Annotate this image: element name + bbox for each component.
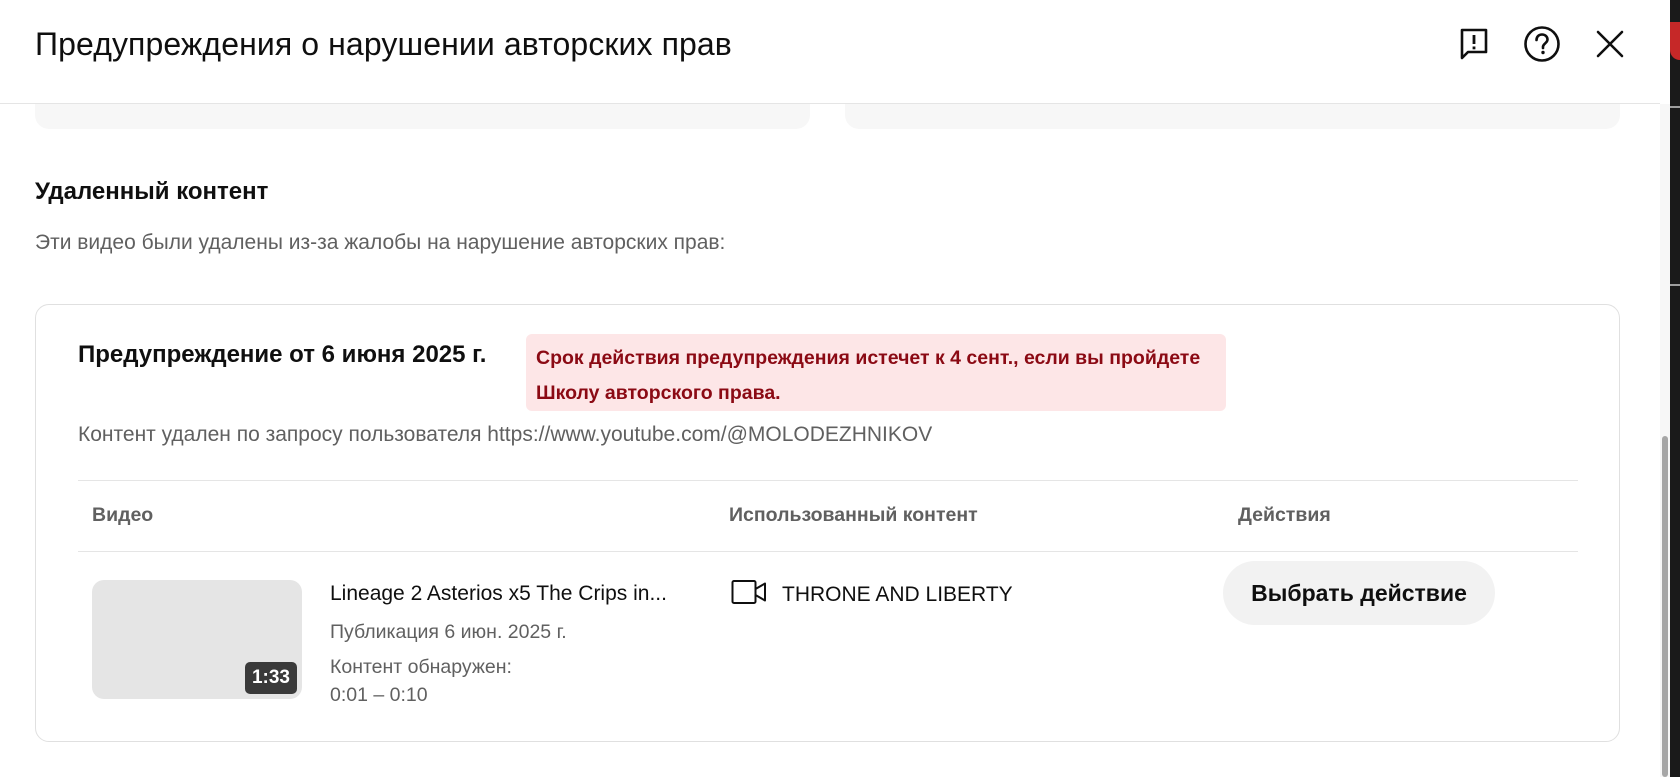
summary-card-left	[35, 104, 810, 129]
strike-reason: Контент удален по запросу пользователя h…	[78, 423, 933, 446]
section-description: Эти видео были удалены из-за жалобы на н…	[35, 231, 726, 254]
column-header-video: Видео	[92, 504, 154, 526]
video-camera-icon	[731, 579, 767, 610]
summary-card-right	[845, 104, 1620, 129]
select-action-button[interactable]: Выбрать действие	[1223, 561, 1495, 625]
feedback-icon[interactable]	[1452, 22, 1496, 66]
column-header-content: Использованный контент	[729, 504, 978, 526]
dialog-header: Предупреждения о нарушении авторских пра…	[0, 0, 1660, 104]
table-top-divider	[78, 480, 1578, 481]
used-content-name: THRONE AND LIBERTY	[782, 582, 1013, 606]
video-published-date: Публикация 6 июн. 2025 г.	[330, 621, 567, 643]
background-page-edge	[1670, 0, 1680, 777]
table-header-divider	[78, 551, 1578, 552]
strike-expiry-notice: Срок действия предупреждения истечет к 4…	[526, 334, 1226, 411]
column-header-actions: Действия	[1238, 504, 1331, 526]
used-content-item: THRONE AND LIBERTY	[731, 579, 1013, 610]
video-title[interactable]: Lineage 2 Asterios x5 The Crips in...	[330, 582, 692, 606]
strike-card: Предупреждение от 6 июня 2025 г. Срок де…	[35, 304, 1620, 742]
video-duration-badge: 1:33	[244, 662, 297, 694]
strike-title: Предупреждение от 6 июня 2025 г.	[78, 341, 487, 368]
help-icon[interactable]	[1520, 22, 1564, 66]
scrollbar-thumb[interactable]	[1662, 436, 1668, 777]
section-title: Удаленный контент	[35, 178, 269, 205]
video-thumbnail[interactable]: 1:33	[92, 580, 302, 699]
content-detected-range: 0:01 – 0:10	[330, 684, 428, 706]
dialog-title: Предупреждения о нарушении авторских пра…	[35, 26, 732, 62]
content-detected-label: Контент обнаружен:	[330, 656, 512, 678]
copyright-strikes-dialog: Предупреждения о нарушении авторских пра…	[0, 0, 1680, 777]
close-icon[interactable]	[1588, 22, 1632, 66]
